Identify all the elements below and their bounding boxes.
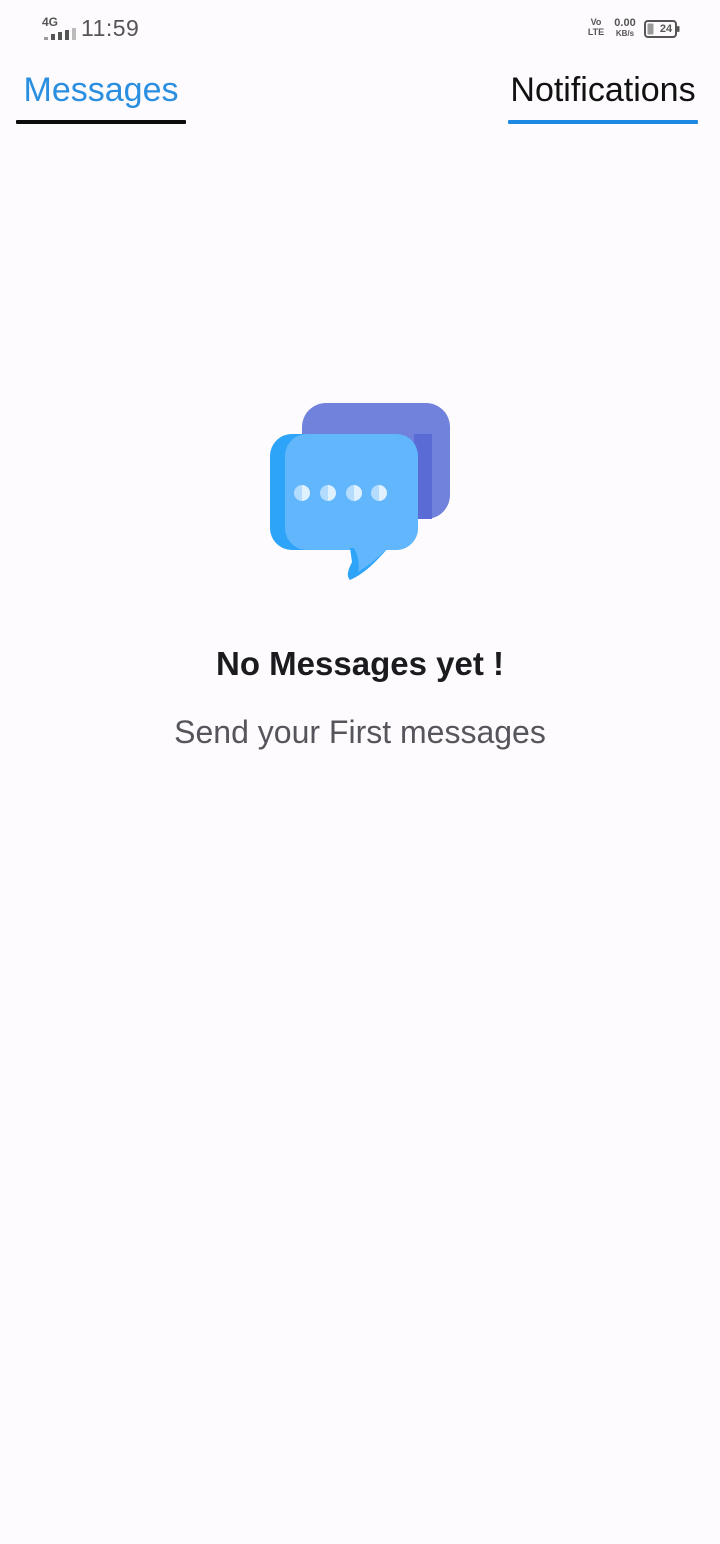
tab-notifications-label: Notifications [510,71,696,109]
tab-bar: Messages Notifications [0,62,720,126]
volte-icon: Vo LTE [585,17,607,39]
empty-state-title: No Messages yet ! [216,645,504,682]
signal-indicator: 4G [42,16,76,40]
empty-state-subtitle: Send your First messages [174,714,546,750]
volte-bottom-label: LTE [587,27,605,37]
signal-icon [44,28,76,40]
clock: 11:59 [81,15,140,41]
network-speed-unit: KB/s [615,29,635,38]
status-bar: 4G 11:59 Vo LTE 0.00 KB/s 24 [0,0,720,56]
network-type-label: 4G [42,15,59,29]
tab-notifications[interactable]: Notifications [500,62,706,124]
network-speed-value: 0.00 [614,17,636,29]
chat-bubbles-icon [270,403,450,580]
battery-level: 24 [659,23,673,35]
network-speed: 0.00 KB/s [610,17,640,39]
tab-messages[interactable]: Messages [16,62,186,124]
tab-messages-underline [16,120,186,124]
volte-top-label: Vo [590,17,602,27]
tab-notifications-underline [508,120,698,124]
tab-messages-label: Messages [23,71,179,109]
